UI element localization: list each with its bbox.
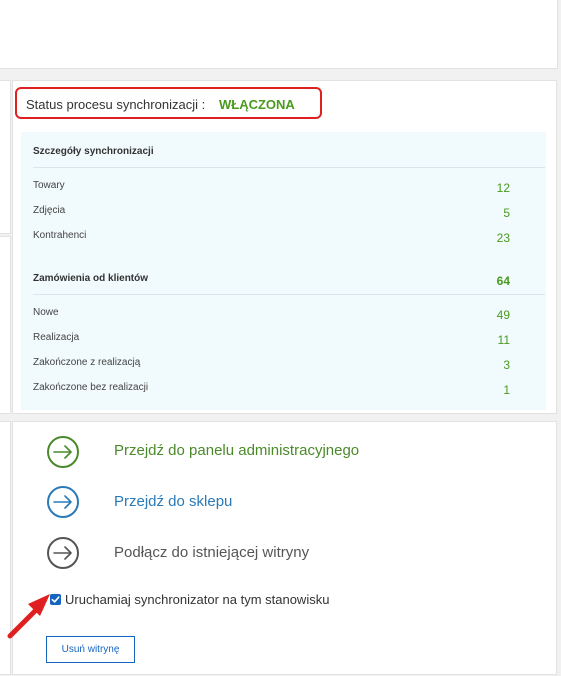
details-row-value-kontrahenci: 23 bbox=[496, 231, 510, 245]
left-panel-edge bbox=[0, 236, 11, 414]
orders-row-value-nowe: 49 bbox=[496, 308, 510, 322]
orders-row-label-nowe: Nowe bbox=[33, 307, 59, 318]
top-panel bbox=[0, 0, 558, 69]
link-shop[interactable]: Przejdź do sklepu bbox=[114, 493, 232, 510]
arrow-right-icon[interactable] bbox=[47, 537, 79, 569]
details-title: Szczegóły synchronizacji bbox=[33, 146, 154, 157]
remove-site-button[interactable]: Usuń witrynę bbox=[46, 636, 135, 663]
divider bbox=[33, 167, 545, 168]
details-row-label-towary: Towary bbox=[33, 180, 65, 191]
orders-row-value-zakonczone-z: 3 bbox=[503, 358, 510, 372]
orders-row-label-zakonczone-z: Zakończone z realizacją bbox=[33, 357, 141, 368]
orders-row-value-realizacja: 11 bbox=[497, 333, 510, 347]
orders-total: 64 bbox=[496, 274, 510, 288]
status-label: Status procesu synchronizacji : bbox=[26, 97, 206, 112]
details-row-label-zdjecia: Zdjęcia bbox=[33, 205, 66, 216]
arrow-right-icon[interactable] bbox=[47, 486, 79, 518]
link-admin-panel[interactable]: Przejdź do panelu administracyjnego bbox=[114, 442, 359, 459]
run-sync-checkbox-label[interactable]: Uruchamiaj synchronizator na tym stanowi… bbox=[65, 592, 329, 607]
details-row-value-zdjecia: 5 bbox=[503, 206, 510, 220]
orders-row-label-zakonczone-bez: Zakończone bez realizacji bbox=[33, 382, 149, 393]
divider bbox=[33, 294, 545, 295]
arrow-right-icon[interactable] bbox=[47, 436, 79, 468]
link-connect-site[interactable]: Podłącz do istniejącej witryny bbox=[114, 544, 309, 561]
details-row-label-kontrahenci: Kontrahenci bbox=[33, 230, 87, 241]
orders-row-value-zakonczone-bez: 1 bbox=[503, 383, 510, 397]
orders-row-label-realizacja: Realizacja bbox=[33, 332, 80, 343]
status-value: WŁĄCZONA bbox=[219, 97, 295, 112]
sync-details-panel: Szczegóły synchronizacji Towary 12 Zdjęc… bbox=[21, 132, 546, 410]
left-panel-edge bbox=[0, 80, 11, 234]
details-row-value-towary: 12 bbox=[496, 181, 510, 195]
orders-title: Zamówienia od klientów bbox=[33, 273, 149, 284]
red-arrow-annotation bbox=[7, 594, 50, 639]
